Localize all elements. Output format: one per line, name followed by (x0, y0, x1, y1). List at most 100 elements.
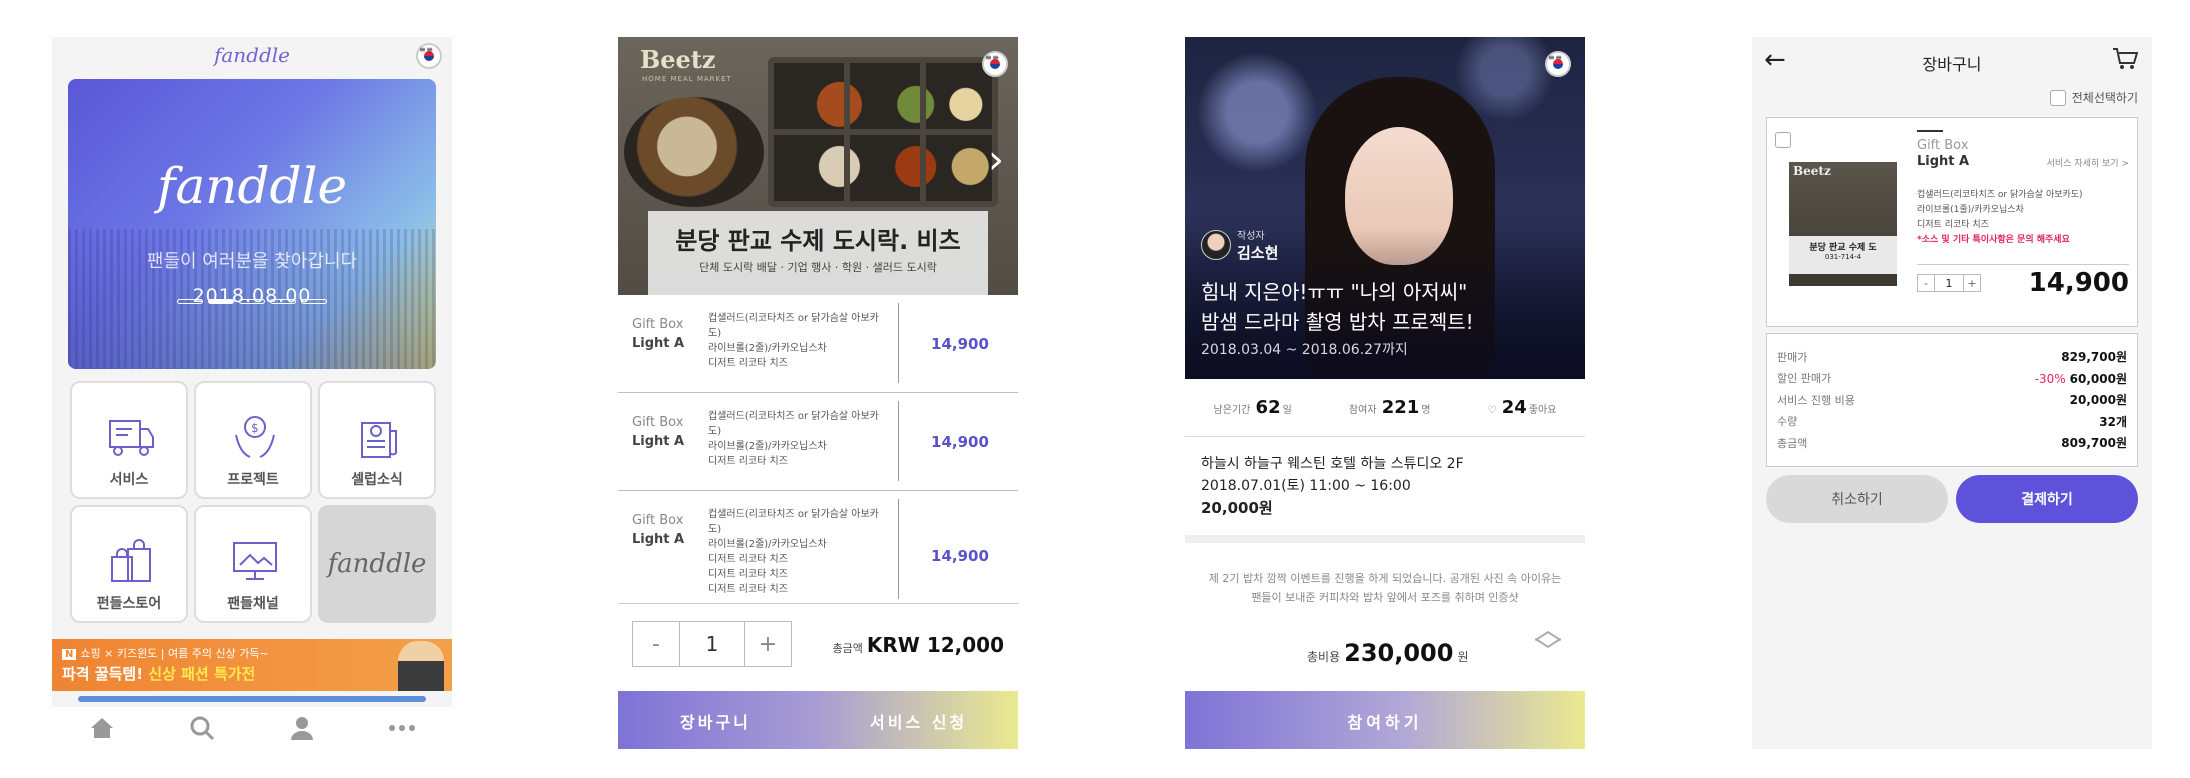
product-name: Light A (632, 434, 685, 449)
hero-banner[interactable]: fanddle 팬들이 여러분을 찾아갑니다 2018.08.00 (68, 79, 436, 369)
summary-row: 할인 판매가 -30% 60,000원 (1777, 371, 2127, 386)
tile-service[interactable]: 서비스 (70, 381, 188, 499)
fanddle-logo: fanddle (327, 549, 427, 579)
heart-icon[interactable]: ♡ (1488, 405, 1497, 416)
tile-store[interactable]: 펀들스토어 (70, 505, 188, 623)
korea-flag-icon[interactable] (982, 51, 1008, 77)
fee: 20,000원 (1201, 499, 1273, 517)
naver-badge: N (62, 649, 77, 660)
product-price: 14,900 (931, 547, 989, 565)
decrement-button[interactable]: - (1917, 274, 1935, 292)
shopping-bags-icon (111, 539, 151, 582)
product-row[interactable]: Gift Box Light A 컵샐러드(리코타치즈 or 닭가슴살 아보카도)… (618, 491, 1018, 603)
home-screen: fanddle fanddle 팬들이 여러분을 찾아갑니다 2018.08.0… (52, 37, 452, 749)
tile-celeb-news[interactable]: 셀럽소식 (318, 381, 436, 499)
quantity-stepper[interactable]: - 1 + (1917, 274, 1981, 292)
korea-flag-icon[interactable] (416, 43, 442, 69)
item-checkbox[interactable] (1775, 132, 1791, 148)
discount-rate: -30% (2034, 371, 2066, 386)
top-bar: fanddle (52, 37, 452, 77)
carousel-dot[interactable] (270, 299, 296, 304)
product-desc: 컵샐러드(리코타치즈 or 닭가슴살 아보카도) 라이브롤(1줄)/카카오닙스차 디… (1917, 188, 2083, 248)
tile-fanddle[interactable]: fanddle (318, 505, 436, 623)
divider (1917, 264, 2129, 265)
project-title: 힘내 지은아!ㅠㅠ "나의 아저씨" 밤샘 드라마 촬영 밥차 프로젝트! (1201, 280, 1474, 334)
select-all-checkbox[interactable] (2049, 89, 2066, 106)
expand-collapse-icon[interactable]: ︿ ﹀ (1533, 616, 1563, 679)
quantity-value[interactable]: 1 (680, 621, 744, 667)
ad-line2-b: 신상 패션 특가전 (148, 665, 256, 683)
likes[interactable]: ♡ 24 좋아요 (1488, 397, 1557, 418)
total-value: KRW 12,000 (866, 633, 1004, 657)
korea-flag-icon[interactable] (1545, 51, 1571, 77)
product-desc: 컵샐러드(리코타치즈 or 닭가슴살 아보카도) 라이브롤(2줄)/카카오닙스차 디… (708, 509, 879, 595)
project-detail-screen: 작성자김소현 힘내 지은아!ㅠㅠ "나의 아저씨"밤샘 드라마 촬영 밥차 프로… (1185, 37, 1585, 749)
cart-icon[interactable] (2112, 47, 2139, 75)
carousel-dot[interactable] (239, 299, 265, 304)
store-sign: 분당 판교 수제 도시락. 비츠 단체 도시락 배달 · 기업 행사 · 학원 … (648, 211, 988, 295)
tile-label: 프로젝트 (227, 472, 279, 488)
cancel-button[interactable]: 취소하기 (1766, 475, 1948, 523)
carousel-dot[interactable] (177, 299, 203, 304)
product-desc: 컵샐러드(리코타치즈 or 닭가슴살 아보카도) 라이브롤(2줄)/카카오닙스차 디… (708, 313, 879, 369)
ad-line2-a: 파격 꿀득템! (62, 665, 149, 683)
home-icon[interactable] (87, 713, 117, 743)
tile-channel[interactable]: 팬들채널 (194, 505, 312, 623)
carousel-dot[interactable] (301, 299, 327, 304)
app-logo[interactable]: fanddle (52, 43, 452, 67)
total-amount: 총금액 KRW 12,000 (832, 633, 1004, 657)
increment-button[interactable]: + (744, 621, 792, 667)
tile-project[interactable]: $ 프로젝트 (194, 381, 312, 499)
quantity-stepper[interactable]: - 1 + (632, 621, 792, 667)
divider (618, 603, 1018, 604)
project-stats: 남은기간 62 일 참여자 221 명 ♡ 24 좋아요 (1185, 379, 1585, 437)
item-price: 14,900 (2028, 268, 2129, 298)
product-name: Light A (632, 336, 685, 351)
summary-row: 서비스 진행 비용 20,000원 (1777, 393, 2127, 408)
pay-button[interactable]: 결제하기 (1956, 475, 2138, 523)
product-price: 14,900 (931, 433, 989, 451)
summary-row: 판매가 829,700원 (1777, 350, 2127, 365)
increment-button[interactable]: + (1963, 274, 1981, 292)
notice-text: *소스 및 기타 특이사항은 문의 해주세요 (1917, 235, 2070, 245)
chevron-right-icon[interactable]: › (988, 137, 1004, 183)
product-hero-image: Beetz HOME MEAL MARKET 분당 판교 수제 도시락. 비츠 … (618, 37, 1018, 295)
brand-subtitle: HOME MEAL MARKET (642, 75, 732, 83)
ad-banner[interactable]: N 쇼핑 × 키즈윈도 | 여름 주의 신상 가득~ 파격 꿀득템! 신상 패션 … (52, 639, 452, 691)
decrement-button[interactable]: - (632, 621, 680, 667)
author-info[interactable]: 작성자 김소현 (1201, 227, 1278, 263)
service-detail-screen: Beetz HOME MEAL MARKET 분당 판교 수제 도시락. 비츠 … (618, 37, 1018, 749)
service-detail-link[interactable]: 서비스 자세히 보기 > (2047, 156, 2129, 169)
quantity-value[interactable]: 1 (1935, 274, 1963, 292)
datetime: 2018.07.01(토) 11:00 ~ 16:00 (1201, 478, 1411, 494)
divider (898, 499, 899, 599)
person-icon[interactable] (287, 713, 317, 743)
food-bowl-image (624, 97, 764, 207)
join-button[interactable]: 참여하기 (1185, 709, 1585, 733)
brand-logo: Beetz (640, 45, 716, 74)
product-row[interactable]: Gift Box Light A 컵샐러드(리코타치즈 or 닭가슴살 아보카도)… (618, 295, 1018, 393)
product-desc: 컵샐러드(리코타치즈 or 닭가슴살 아보카도) 라이브롤(2줄)/카카오닙스차 디… (708, 411, 879, 467)
carousel-indicator[interactable] (52, 299, 452, 304)
ad-model-image (398, 641, 444, 691)
search-icon[interactable] (187, 713, 217, 743)
tile-label: 펀들스토어 (96, 596, 162, 612)
ad-line1: N 쇼핑 × 키즈윈도 | 여름 주의 신상 가득~ (62, 645, 269, 661)
more-icon[interactable] (387, 713, 417, 743)
tile-label: 팬들채널 (227, 596, 279, 612)
order-service-button[interactable]: 서비스 신청 (870, 709, 967, 733)
product-row[interactable]: Gift Box Light A 컵샐러드(리코타치즈 or 닭가슴살 아보카도)… (618, 393, 1018, 491)
svg-text:$: $ (251, 421, 259, 435)
product-tag: Gift Box Light A (632, 317, 685, 351)
select-all[interactable]: 전체선택하기 (2049, 89, 2138, 106)
project-period: 2018.03.04 ~ 2018.06.27까지 (1201, 342, 1408, 358)
cart-button[interactable]: 장바구니 (680, 709, 751, 733)
action-buttons: 취소하기 결제하기 (1766, 475, 2138, 523)
product-tag: Gift Box Light A (632, 415, 685, 449)
summary-row: 수량 32개 (1777, 414, 2127, 429)
carousel-dot-active[interactable] (208, 299, 234, 304)
avatar (1201, 230, 1231, 260)
menu-grid: 서비스 $ 프로젝트 셀럽소식 펀들스토어 팬들채널 fanddle (70, 381, 436, 623)
bottom-action-bar: 장바구니 서비스 신청 (618, 691, 1018, 749)
project-description: 제 2기 밥차 깜짝 이벤트를 진행을 하게 되었습니다. 공개된 사진 속 아… (1208, 572, 1562, 604)
